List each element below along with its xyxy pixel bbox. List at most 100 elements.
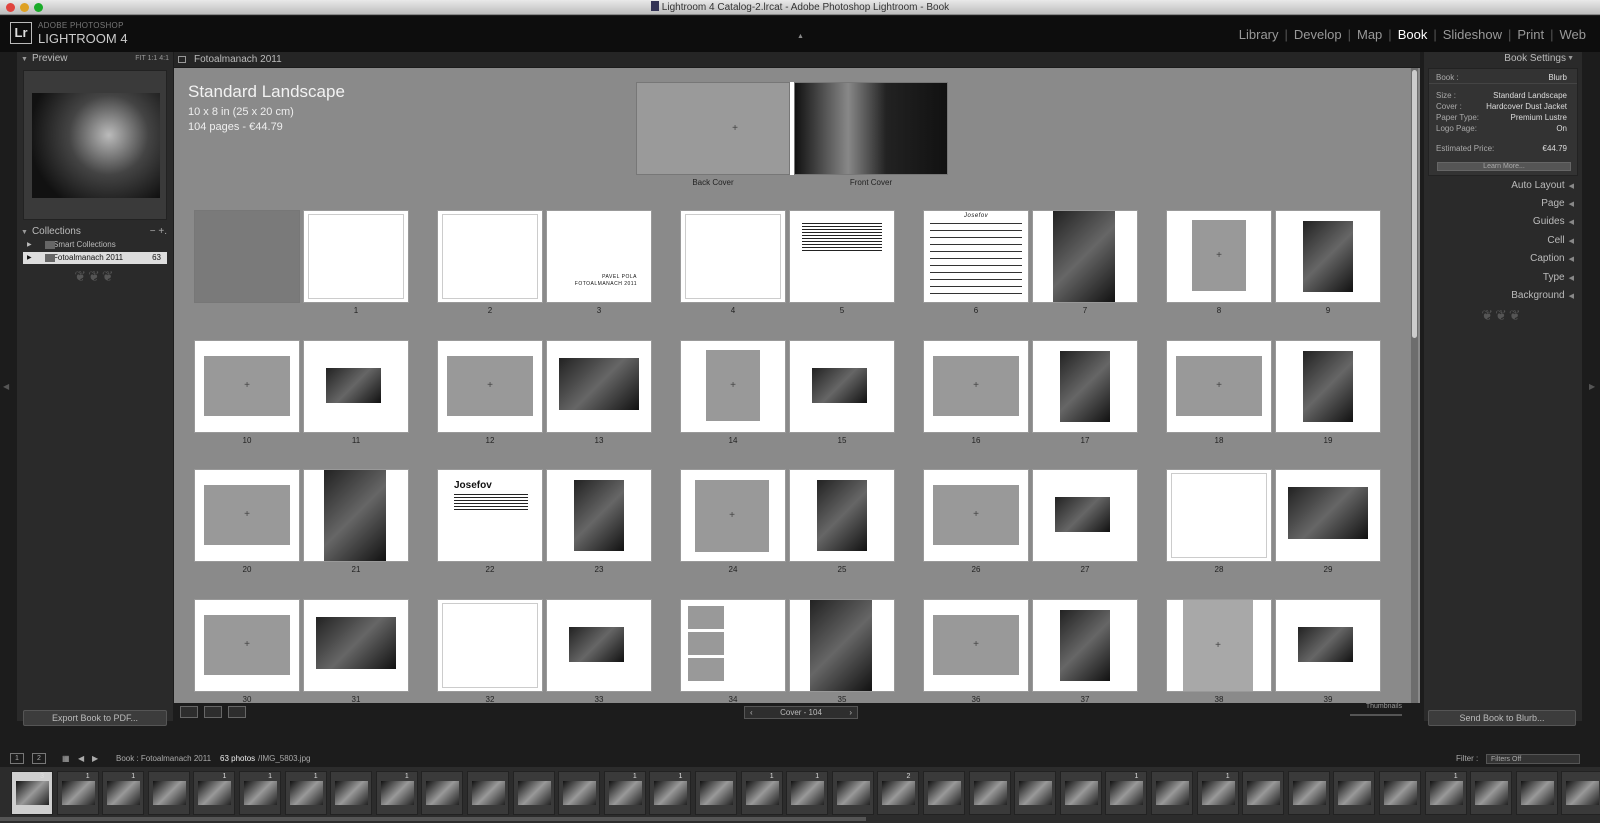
- filmstrip-thumbnail[interactable]: [421, 771, 464, 815]
- filmstrip-thumbnail[interactable]: [968, 771, 1011, 815]
- filmstrip-thumbnail[interactable]: [1059, 771, 1102, 815]
- page-left[interactable]: [437, 210, 543, 303]
- cover-spread[interactable]: + Back Cover Front Cover: [636, 82, 948, 187]
- forward-arrow-icon[interactable]: ▶: [92, 754, 98, 763]
- page-right[interactable]: [789, 469, 895, 562]
- page-photo[interactable]: [817, 480, 867, 551]
- section-auto-layout[interactable]: Auto Layout ◀: [1511, 180, 1574, 191]
- section-guides[interactable]: Guides ◀: [1533, 216, 1574, 227]
- vertical-scrollbar[interactable]: [1411, 68, 1418, 703]
- page-photo[interactable]: [326, 368, 381, 403]
- page-spread[interactable]: Josefov 6 7: [923, 210, 1139, 315]
- page-spread[interactable]: 45: [680, 210, 896, 315]
- photo-cell-placeholder[interactable]: +: [933, 615, 1019, 675]
- filmstrip-thumbnail[interactable]: [1014, 771, 1057, 815]
- spread-view-button[interactable]: [204, 706, 222, 718]
- section-page[interactable]: Page ◀: [1541, 198, 1574, 209]
- page-right[interactable]: [789, 599, 895, 692]
- module-develop[interactable]: Develop: [1288, 27, 1348, 42]
- page-photo[interactable]: [559, 358, 639, 410]
- filmstrip-thumbnail[interactable]: [695, 771, 737, 815]
- photo-cell-placeholder[interactable]: [688, 658, 724, 681]
- setting-logo-page[interactable]: Logo Page: On: [1429, 123, 1577, 134]
- filmstrip-thumbnail[interactable]: [1287, 771, 1330, 815]
- page-right[interactable]: [1275, 469, 1381, 562]
- next-page-button[interactable]: ›: [849, 707, 852, 719]
- page-right[interactable]: [546, 469, 652, 562]
- back-cover[interactable]: +: [636, 82, 790, 175]
- filmstrip-thumbnail[interactable]: [147, 771, 190, 815]
- page-spread[interactable]: +8 9: [1166, 210, 1382, 315]
- filmstrip-thumbnail[interactable]: 1: [603, 771, 646, 815]
- photo-cell-placeholder[interactable]: [688, 632, 724, 655]
- photo-cell-placeholder[interactable]: +: [1192, 220, 1246, 291]
- page-spread[interactable]: +24 25: [680, 469, 896, 574]
- page-left[interactable]: [680, 210, 786, 303]
- photo-cell-placeholder[interactable]: +: [933, 356, 1019, 416]
- section-cell[interactable]: Cell ◀: [1547, 235, 1574, 246]
- page-photo[interactable]: [1298, 627, 1353, 662]
- page-photo[interactable]: [1288, 487, 1368, 539]
- page-spread[interactable]: +10 11: [194, 340, 410, 445]
- filmstrip-thumbnail[interactable]: 1: [239, 771, 281, 815]
- filmstrip-thumbnail[interactable]: [831, 771, 874, 815]
- page-photo[interactable]: [324, 470, 386, 561]
- grid-view-icon[interactable]: ▦: [62, 754, 70, 763]
- page-spread[interactable]: Josefov 22 23: [437, 469, 653, 574]
- photo-cell-placeholder[interactable]: +: [1176, 356, 1262, 416]
- setting-book[interactable]: Book : Blurb: [1429, 71, 1577, 84]
- main-window-button[interactable]: 1: [10, 753, 24, 764]
- filter-preset-select[interactable]: Filters Off: [1486, 754, 1580, 764]
- preview-zoom-options[interactable]: FIT 1:1 4:1: [135, 52, 169, 66]
- page-left[interactable]: +: [194, 599, 300, 692]
- filmstrip-thumbnail[interactable]: [1151, 771, 1193, 815]
- page-spread[interactable]: +36 37: [923, 599, 1139, 703]
- filmstrip-thumbnail[interactable]: 3: [11, 771, 53, 815]
- filmstrip-source[interactable]: Book : Fotoalmanach 2011: [116, 754, 211, 763]
- filmstrip-thumbnail[interactable]: [512, 771, 555, 815]
- book-settings-header[interactable]: Book Settings ▼: [1424, 52, 1582, 66]
- page-spread[interactable]: +30 31: [194, 599, 410, 703]
- page-left[interactable]: +: [923, 340, 1029, 433]
- setting-cover[interactable]: Cover : Hardcover Dust Jacket: [1429, 101, 1577, 112]
- filmstrip-thumbnail[interactable]: [330, 771, 373, 815]
- filmstrip-thumbnail[interactable]: 1: [1196, 771, 1239, 815]
- collection-fotoalmanach[interactable]: ▶ Fotoalmanach 2011 63: [23, 252, 167, 264]
- filmstrip-thumbnail[interactable]: [1379, 771, 1421, 815]
- right-panel-toggle[interactable]: ▶: [1586, 52, 1600, 721]
- secondary-window-button[interactable]: 2: [32, 753, 46, 764]
- filmstrip-thumbnail[interactable]: 1: [1424, 771, 1467, 815]
- page-photo[interactable]: [1060, 610, 1110, 681]
- page-spread[interactable]: PAVEL POLA FOTOALMANACH 2011 2 3: [437, 210, 653, 315]
- learn-more-button[interactable]: Learn More...: [1437, 162, 1571, 171]
- filmstrip-thumbnail[interactable]: 2: [877, 771, 920, 815]
- filmstrip-thumbnail[interactable]: [1470, 771, 1513, 815]
- multi-page-view[interactable]: Standard Landscape 10 x 8 in (25 x 20 cm…: [174, 68, 1420, 703]
- filmstrip-thumbnail[interactable]: 1: [649, 771, 692, 815]
- module-map[interactable]: Map: [1351, 27, 1388, 42]
- page-left[interactable]: +: [194, 340, 300, 433]
- page-left[interactable]: +: [1166, 599, 1272, 692]
- back-arrow-icon[interactable]: ◀: [78, 754, 84, 763]
- page-spread[interactable]: 28 29: [1166, 469, 1382, 574]
- page-photo[interactable]: [569, 627, 624, 662]
- module-book[interactable]: Book: [1392, 27, 1434, 42]
- page-right[interactable]: PAVEL POLA FOTOALMANACH 2011: [546, 210, 652, 303]
- photo-cell-placeholder[interactable]: +: [1183, 600, 1253, 691]
- filmstrip-thumbnail[interactable]: 1: [375, 771, 418, 815]
- page-right[interactable]: [1275, 210, 1381, 303]
- page-left[interactable]: +: [1166, 210, 1272, 303]
- module-slideshow[interactable]: Slideshow: [1437, 27, 1508, 42]
- page-spread[interactable]: +16 17: [923, 340, 1139, 445]
- page-right[interactable]: [789, 210, 895, 303]
- page-left[interactable]: +: [1166, 340, 1272, 433]
- filmstrip-scrollbar[interactable]: [0, 817, 866, 821]
- photo-cell-placeholder[interactable]: +: [706, 350, 760, 421]
- page-spread[interactable]: +12 13: [437, 340, 653, 445]
- collections-header[interactable]: ▼ Collections − +.: [17, 225, 173, 239]
- page-left[interactable]: [1166, 469, 1272, 562]
- page-left[interactable]: +: [680, 340, 786, 433]
- page-left[interactable]: [194, 210, 300, 303]
- filmstrip-thumbnail[interactable]: [1561, 771, 1600, 815]
- filmstrip-thumbnail[interactable]: [1333, 771, 1376, 815]
